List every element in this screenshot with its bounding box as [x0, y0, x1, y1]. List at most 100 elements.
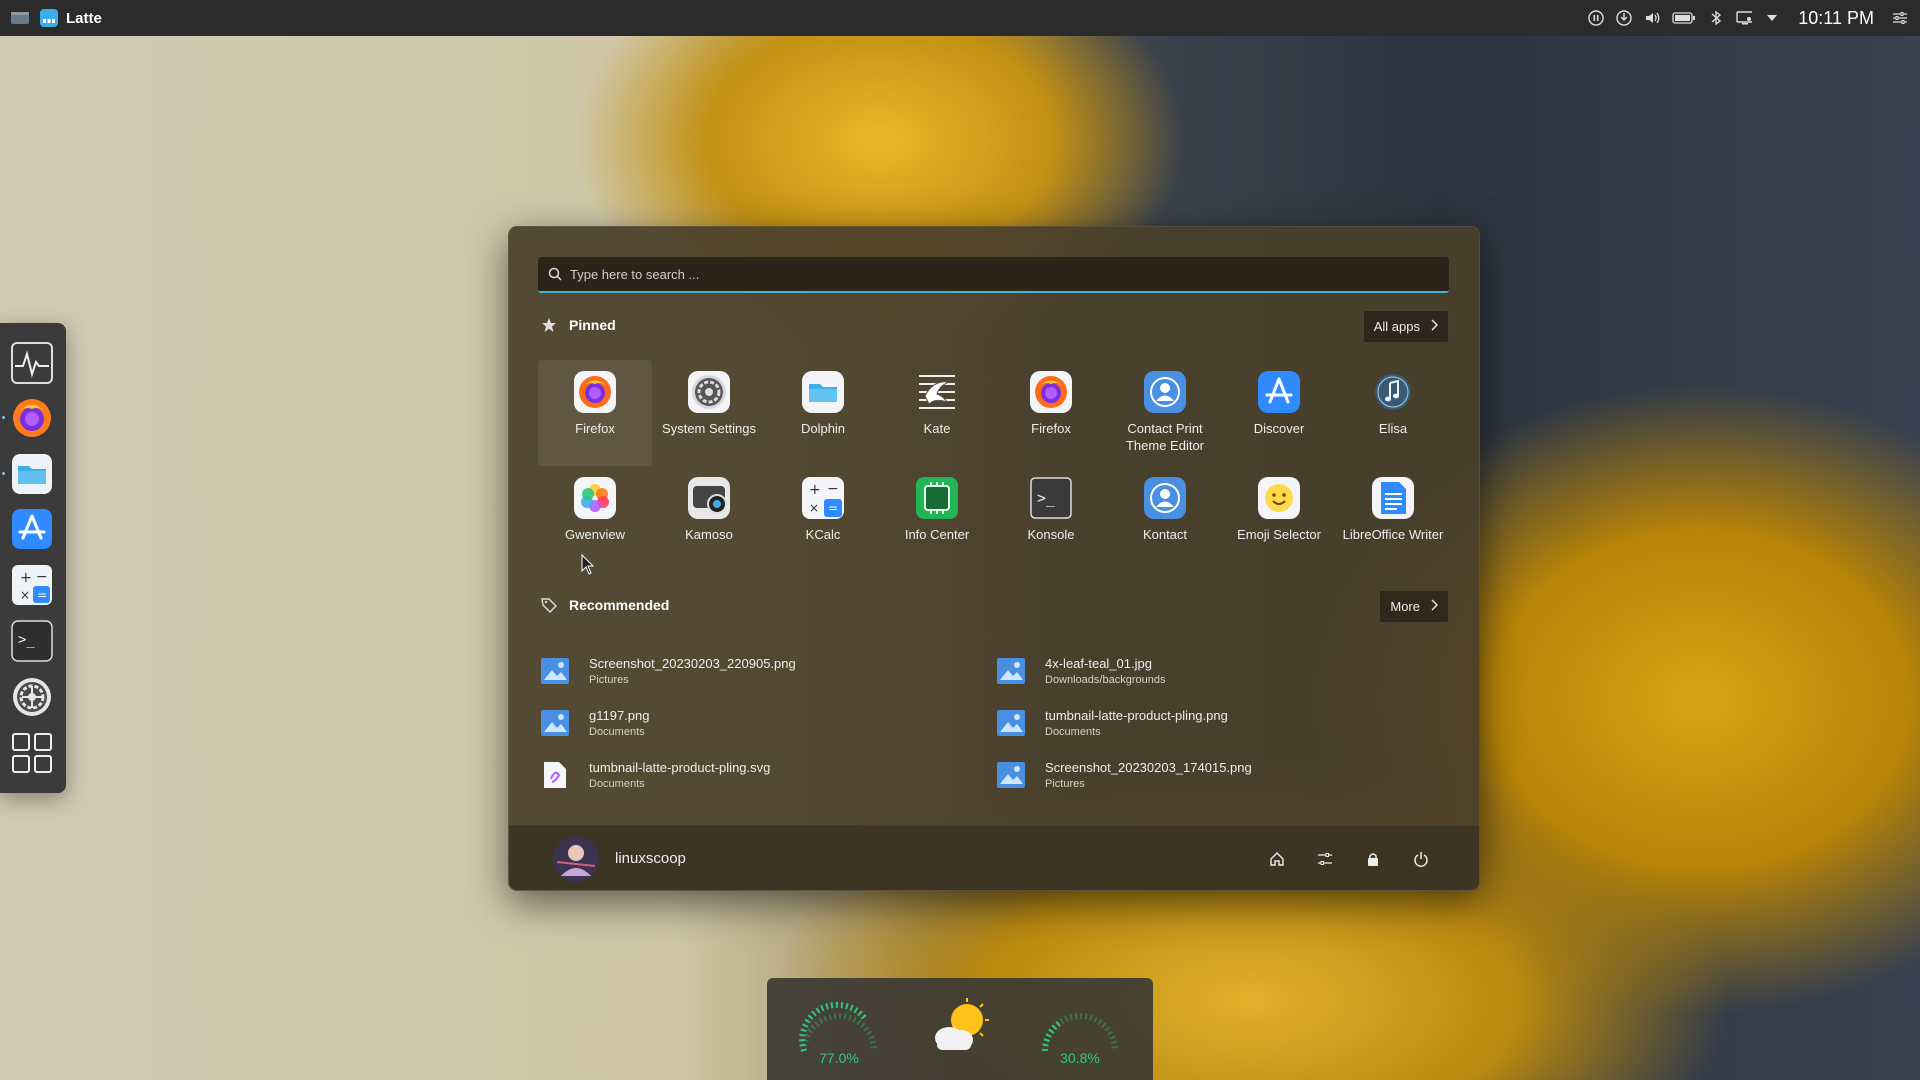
- recommended-item[interactable]: 4x-leaf-teal_01.jpg Downloads/backgrounds: [997, 645, 1453, 697]
- system-monitor-icon: [11, 342, 53, 384]
- app-label: Kontact: [1142, 527, 1188, 542]
- weather-partly-cloudy-icon: [927, 996, 997, 1060]
- pinned-apps-grid: Firefox System Settings Dolphin Kate Fir…: [538, 360, 1450, 572]
- kate-icon: [915, 370, 959, 414]
- image-file-icon: [997, 762, 1025, 788]
- image-file-icon: [997, 710, 1025, 736]
- file-name: g1197.png: [589, 708, 650, 723]
- settings-gear-icon: [687, 370, 731, 414]
- volume-icon[interactable]: [1644, 10, 1660, 26]
- latte-icon: [40, 9, 58, 27]
- pinned-app-contact-print-theme-editor[interactable]: Contact Print Theme Editor: [1108, 360, 1222, 466]
- app-label: LibreOffice Writer: [1342, 527, 1444, 542]
- dock-item-kcalc[interactable]: + − × =: [10, 563, 54, 607]
- active-window-title[interactable]: Latte: [40, 9, 102, 27]
- pinned-app-elisa[interactable]: Elisa: [1336, 360, 1450, 466]
- running-indicator: [2, 472, 5, 475]
- app-label: Contact Print Theme Editor: [1125, 421, 1205, 453]
- more-button[interactable]: More: [1379, 590, 1449, 623]
- application-menu: Pinned All apps Firefox System Settings …: [508, 226, 1480, 891]
- pinned-app-firefox[interactable]: Firefox: [538, 360, 652, 466]
- pinned-app-firefox-2[interactable]: Firefox: [994, 360, 1108, 466]
- pinned-app-system-settings[interactable]: System Settings: [652, 360, 766, 466]
- pinned-app-dolphin[interactable]: Dolphin: [766, 360, 880, 466]
- calculator-icon: +−× =: [12, 565, 52, 605]
- lock-button[interactable]: [1365, 851, 1381, 867]
- settings-sliders-icon[interactable]: [1892, 10, 1908, 26]
- pinned-app-konsole[interactable]: >_ Konsole: [994, 466, 1108, 572]
- recommended-item[interactable]: g1197.png Documents: [541, 697, 997, 749]
- bluetooth-icon[interactable]: [1708, 10, 1724, 26]
- pinned-app-kontact[interactable]: Kontact: [1108, 466, 1222, 572]
- updates-icon[interactable]: [1616, 10, 1632, 26]
- desktop-icon[interactable]: [10, 10, 30, 26]
- display-icon[interactable]: [1736, 10, 1753, 26]
- gauge-arc-icon: [799, 1001, 877, 1052]
- svg-text:=: =: [37, 588, 47, 602]
- avatar[interactable]: [553, 835, 599, 882]
- dock-item-dolphin[interactable]: [2, 452, 54, 496]
- app-label: Gwenview: [565, 527, 625, 542]
- file-name: tumbnail-latte-product-pling.svg: [589, 760, 771, 775]
- pinned-app-gwenview[interactable]: Gwenview: [538, 466, 652, 572]
- dock-item-system-settings[interactable]: [10, 675, 54, 719]
- more-label: More: [1390, 599, 1420, 614]
- app-label: Discover: [1253, 421, 1305, 436]
- all-apps-label: All apps: [1373, 319, 1420, 334]
- home-icon: [1270, 851, 1284, 866]
- sliders-icon: [1318, 852, 1332, 865]
- gauge-right: 30.8%: [1035, 996, 1125, 1066]
- settings-button[interactable]: [1317, 851, 1333, 867]
- recommended-item[interactable]: Screenshot_20230203_220905.png Pictures: [541, 645, 997, 697]
- power-button[interactable]: [1413, 851, 1429, 867]
- svg-text:>_: >_: [1037, 489, 1056, 507]
- clock[interactable]: 10:11 PM: [1798, 8, 1874, 29]
- dock-item-application-launcher[interactable]: [10, 731, 54, 775]
- dock-item-konsole[interactable]: >_: [10, 619, 54, 663]
- chevron-right-icon: [1430, 599, 1438, 614]
- file-path: Pictures: [1045, 778, 1085, 790]
- search-bar[interactable]: [538, 257, 1449, 293]
- chevron-right-icon: [1430, 319, 1438, 334]
- calculator-icon: +−× =: [801, 476, 845, 520]
- home-button[interactable]: [1269, 851, 1285, 867]
- svg-text:+: +: [20, 570, 32, 586]
- media-pause-icon[interactable]: [1588, 10, 1604, 26]
- running-indicator: [2, 416, 5, 419]
- app-label: Konsole: [1027, 527, 1075, 542]
- gauge-arc-icon: [1042, 1013, 1118, 1052]
- contact-icon: [1143, 476, 1187, 520]
- document-icon: [1371, 476, 1415, 520]
- star-icon: [541, 317, 557, 333]
- all-apps-button[interactable]: All apps: [1362, 310, 1449, 343]
- pinned-app-libreoffice-writer[interactable]: LibreOffice Writer: [1336, 466, 1450, 572]
- search-input[interactable]: [562, 265, 1449, 283]
- recommended-item[interactable]: tumbnail-latte-product-pling.svg Document…: [541, 749, 997, 801]
- dock-item-firefox[interactable]: [2, 396, 54, 440]
- pinned-header: Pinned: [541, 317, 616, 333]
- pinned-app-info-center[interactable]: Info Center: [880, 466, 994, 572]
- username[interactable]: linuxscoop: [615, 850, 686, 867]
- recommended-item[interactable]: Screenshot_20230203_174015.png Pictures: [997, 749, 1453, 801]
- dock-item-system-monitor[interactable]: [10, 341, 54, 385]
- pinned-app-emoji-selector[interactable]: Emoji Selector: [1222, 466, 1336, 572]
- image-file-icon: [997, 658, 1025, 684]
- recommended-item[interactable]: tumbnail-latte-product-pling.png Document…: [997, 697, 1453, 749]
- svg-file-icon: [541, 762, 569, 788]
- file-path: Documents: [589, 778, 645, 790]
- dock-item-discover[interactable]: [10, 507, 54, 551]
- file-name: 4x-leaf-teal_01.jpg: [1045, 656, 1152, 671]
- app-label: Elisa: [1378, 421, 1408, 436]
- app-grid-icon: [12, 733, 52, 773]
- system-widget: 77.0% 30.8%: [767, 978, 1153, 1080]
- file-name: Screenshot_20230203_220905.png: [589, 656, 796, 671]
- pinned-app-kate[interactable]: Kate: [880, 360, 994, 466]
- battery-icon[interactable]: [1672, 10, 1696, 26]
- gwenview-icon: [573, 476, 617, 520]
- gauge-left-value: 77.0%: [819, 1050, 859, 1066]
- pinned-app-kcalc[interactable]: + − × = KCalc: [766, 466, 880, 572]
- pinned-app-discover[interactable]: Discover: [1222, 360, 1336, 466]
- pinned-app-kamoso[interactable]: Kamoso: [652, 466, 766, 572]
- tray-expand-icon[interactable]: [1764, 10, 1780, 26]
- folder-icon: [801, 370, 845, 414]
